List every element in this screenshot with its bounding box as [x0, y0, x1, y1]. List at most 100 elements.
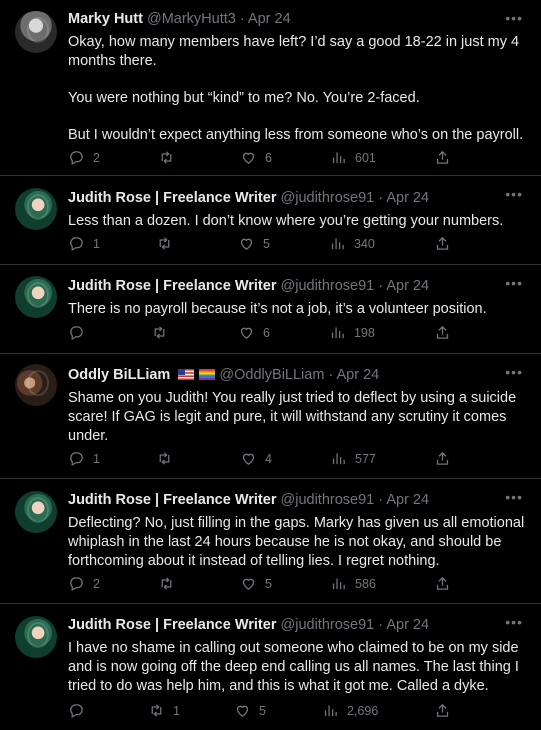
tweet-text: Shame on you Judith! You really just tri…	[68, 389, 527, 446]
timestamp[interactable]: Apr 24	[386, 492, 429, 508]
views-icon	[331, 327, 344, 339]
tweet-text: There is no payroll because it’s not a j…	[68, 300, 527, 319]
display-name[interactable]: Judith Rose | Freelance Writer	[68, 617, 276, 633]
timestamp[interactable]: Apr 24	[337, 367, 380, 383]
share-button[interactable]	[434, 235, 451, 252]
action-bar: 2 5 586	[68, 575, 451, 595]
view-count: 601	[355, 150, 376, 165]
like-button[interactable]: 6	[240, 149, 272, 166]
avatar[interactable]	[15, 276, 57, 318]
handle[interactable]: @judithrose91	[281, 492, 375, 508]
retweet-button[interactable]: 1	[148, 702, 180, 719]
handle[interactable]: @MarkyHutt3	[147, 11, 236, 27]
share-icon	[436, 150, 449, 164]
handle[interactable]: @judithrose91	[281, 190, 375, 206]
more-icon[interactable]: •••	[505, 275, 523, 291]
tweet[interactable]: ••• Judith Rose | Freelance Writer @judi…	[0, 176, 541, 265]
reply-button[interactable]	[68, 702, 93, 719]
timestamp[interactable]: Apr 24	[386, 617, 429, 633]
like-button[interactable]: 4	[240, 450, 272, 467]
timestamp[interactable]: Apr 24	[248, 11, 291, 27]
tweet-text: Okay, how many members have left? I’d sa…	[68, 33, 527, 145]
share-button[interactable]	[434, 324, 451, 341]
display-name[interactable]: Judith Rose | Freelance Writer	[68, 190, 276, 206]
more-icon[interactable]: •••	[505, 186, 523, 202]
retweet-button[interactable]	[156, 450, 181, 467]
share-icon	[436, 325, 449, 339]
avatar[interactable]	[15, 188, 57, 230]
reply-count: 1	[93, 451, 100, 466]
avatar[interactable]	[15, 11, 57, 53]
reply-icon	[70, 577, 83, 592]
avatar[interactable]	[15, 616, 57, 658]
share-button[interactable]	[434, 575, 451, 592]
like-button[interactable]: 5	[240, 575, 272, 592]
tweet[interactable]: ••• Oddly BiLLiam @OddlyBiLLiam · Apr 24…	[0, 354, 541, 479]
us-flag-icon	[178, 369, 195, 380]
reply-icon	[70, 704, 83, 719]
like-count: 4	[265, 451, 272, 466]
share-icon	[436, 236, 449, 250]
tweet-paragraph: I have no shame in calling out someone w…	[68, 640, 519, 694]
tweet[interactable]: ••• Judith Rose | Freelance Writer @judi…	[0, 604, 541, 729]
views-button[interactable]: 586	[330, 575, 376, 592]
more-icon[interactable]: •••	[505, 614, 523, 630]
more-icon[interactable]: •••	[505, 489, 523, 505]
views-button[interactable]: 601	[330, 149, 376, 166]
like-button[interactable]: 5	[234, 702, 266, 719]
retweet-button[interactable]	[158, 575, 183, 592]
tweet-paragraph: There is no payroll because it’s not a j…	[68, 301, 487, 317]
tweet-paragraph: You were nothing but “kind” to me? No. Y…	[68, 90, 420, 106]
more-icon[interactable]: •••	[505, 364, 523, 380]
like-button[interactable]: 5	[238, 235, 270, 252]
retweet-button[interactable]	[151, 324, 176, 341]
like-count: 5	[259, 703, 266, 718]
view-count: 577	[355, 451, 376, 466]
views-button[interactable]: 340	[329, 235, 375, 252]
timestamp[interactable]: Apr 24	[386, 190, 429, 206]
display-name[interactable]: Marky Hutt	[68, 11, 143, 27]
reply-button[interactable]: 2	[68, 575, 100, 592]
reply-button[interactable]	[68, 324, 93, 341]
display-name[interactable]: Oddly BiLLiam	[68, 367, 170, 383]
display-name[interactable]: Judith Rose | Freelance Writer	[68, 278, 276, 294]
retweet-icon	[159, 452, 170, 465]
share-button[interactable]	[434, 702, 451, 719]
more-icon[interactable]: •••	[505, 10, 523, 26]
share-button[interactable]	[434, 149, 451, 166]
views-button[interactable]: 577	[330, 450, 376, 467]
share-button[interactable]	[434, 450, 451, 467]
handle[interactable]: @OddlyBiLLiam	[219, 367, 324, 383]
like-count: 6	[263, 325, 270, 340]
reply-button[interactable]: 2	[68, 149, 100, 166]
heart-icon	[236, 705, 249, 717]
avatar[interactable]	[15, 491, 57, 533]
reply-icon	[70, 452, 83, 467]
timestamp[interactable]: Apr 24	[386, 278, 429, 294]
tweet-paragraph: But I wouldn’t expect anything less from…	[68, 127, 524, 143]
tweet-text: Less than a dozen. I don’t know where yo…	[68, 212, 527, 231]
handle[interactable]: @judithrose91	[281, 617, 375, 633]
avatar[interactable]	[15, 364, 57, 406]
like-count: 5	[263, 236, 270, 251]
tweet-paragraph: Okay, how many members have left? I’d sa…	[68, 34, 520, 69]
handle[interactable]: @judithrose91	[281, 278, 375, 294]
like-count: 6	[265, 150, 272, 165]
reply-icon	[70, 151, 83, 166]
views-icon	[332, 152, 345, 164]
timeline: ••• Marky Hutt @MarkyHutt3 · Apr 24 Okay…	[0, 0, 541, 729]
views-button[interactable]: 198	[329, 324, 375, 341]
reply-button[interactable]: 1	[68, 235, 100, 252]
tweet[interactable]: ••• Marky Hutt @MarkyHutt3 · Apr 24 Okay…	[0, 0, 541, 176]
display-name[interactable]: Judith Rose | Freelance Writer	[68, 492, 276, 508]
tweet[interactable]: ••• Judith Rose | Freelance Writer @judi…	[0, 265, 541, 354]
view-count: 340	[354, 236, 375, 251]
tweet-header: Judith Rose | Freelance Writer @judithro…	[68, 190, 430, 206]
tweet[interactable]: ••• Judith Rose | Freelance Writer @judi…	[0, 479, 541, 604]
retweet-button[interactable]	[158, 149, 183, 166]
reply-button[interactable]: 1	[68, 450, 100, 467]
retweet-button[interactable]	[156, 235, 181, 252]
views-button[interactable]: 2,696	[322, 702, 378, 719]
like-button[interactable]: 6	[238, 324, 270, 341]
tweet-header: Judith Rose | Freelance Writer @judithro…	[68, 278, 430, 294]
